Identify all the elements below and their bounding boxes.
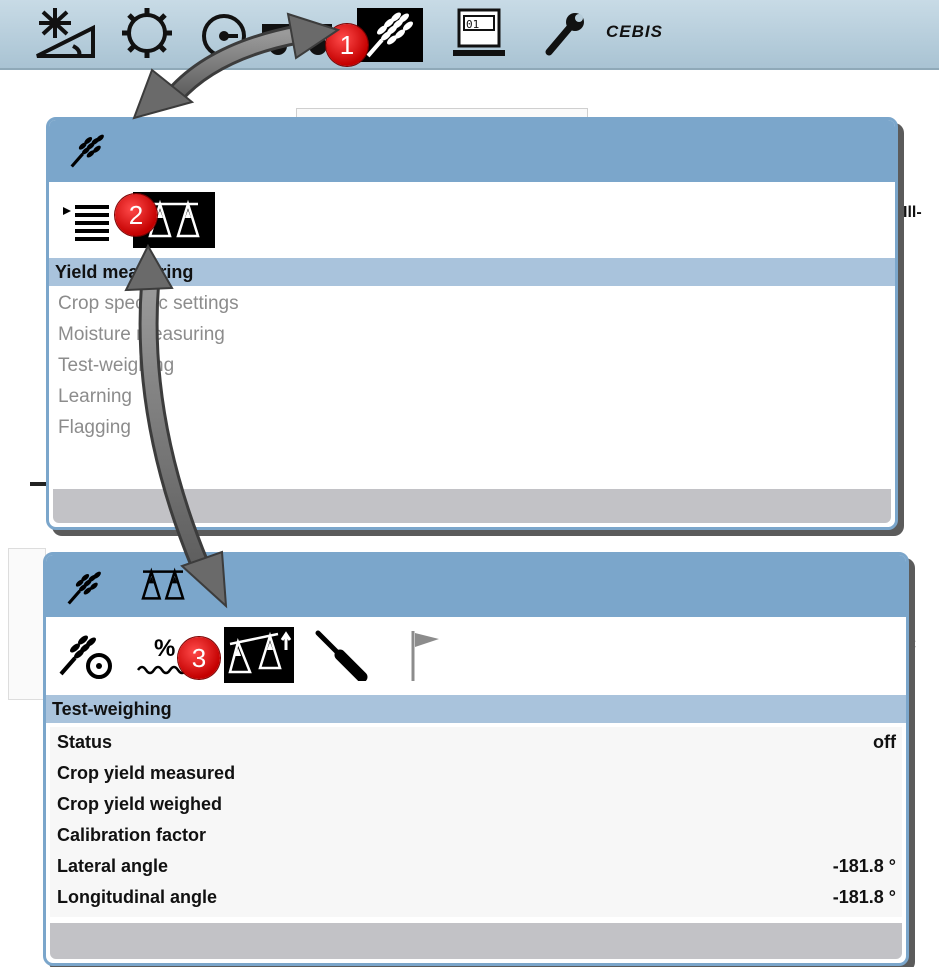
screwdriver-icon[interactable] <box>312 627 372 683</box>
row-label: Longitudinal angle <box>57 887 217 907</box>
test-weighing-panel: % 3 Test-weighing Status off Crop yield … <box>43 552 909 966</box>
panel-footer <box>53 489 891 523</box>
crop-icon <box>64 567 108 612</box>
panel-header <box>46 555 906 617</box>
yield-measuring-menu-panel: 2 Yield measuring Crop specific settings… <box>46 117 898 530</box>
menu-item-test-weighing[interactable]: Test-weighing <box>53 350 891 381</box>
background-char: Ill- <box>903 204 922 221</box>
menu-item-moisture-measuring[interactable]: Moisture measuring <box>53 319 891 350</box>
flag-icon[interactable] <box>400 627 450 683</box>
crop-yield-weighed-row: Crop yield weighed <box>50 789 902 820</box>
svg-text:01: 01 <box>466 18 479 31</box>
row-label: Calibration factor <box>57 825 207 845</box>
status-row: Status off <box>50 727 902 758</box>
main-toolbar: 01 CEBIS 1 <box>0 0 939 70</box>
row-label: Status <box>57 732 113 752</box>
menu-item-crop-specific-settings[interactable]: Crop specific settings <box>53 288 891 319</box>
sun-angle-icon[interactable] <box>30 6 100 60</box>
row-value: off <box>873 732 896 752</box>
crop-icon <box>67 130 111 175</box>
scale-icon <box>138 565 188 610</box>
menu-list-icon[interactable] <box>61 192 111 248</box>
panel-icon-row: 2 <box>53 186 891 254</box>
svg-text:%: % <box>154 635 175 662</box>
callout-badge-2: 2 <box>115 194 157 236</box>
longitudinal-angle-row: Longitudinal angle -181.8 ° <box>50 882 902 913</box>
panel-header <box>49 120 895 182</box>
menu-list: Crop specific settings Moisture measurin… <box>53 288 891 484</box>
calibration-factor-row: Calibration factor <box>50 820 902 851</box>
callout-badge-1: 1 <box>326 24 368 66</box>
row-value: -181.8 ° <box>832 856 896 876</box>
row-label: Crop yield weighed <box>57 794 223 814</box>
menu-item-flagging[interactable]: Flagging <box>53 412 891 443</box>
selected-menu-title: Yield measuring <box>49 258 895 286</box>
wrench-icon[interactable] <box>536 6 596 60</box>
callout-badge-3: 3 <box>178 637 220 679</box>
menu-item-learning[interactable]: Learning <box>53 381 891 412</box>
row-label: Crop yield measured <box>57 763 236 783</box>
background-mark <box>30 482 46 486</box>
crop-gauge-icon[interactable] <box>56 627 116 683</box>
panel-footer <box>50 923 902 959</box>
gear-icon[interactable] <box>112 6 182 60</box>
lateral-angle-row: Lateral angle -181.8 ° <box>50 851 902 882</box>
crop-icon[interactable] <box>357 8 423 62</box>
test-weighing-icon[interactable] <box>224 627 294 683</box>
parameter-list: Status off Crop yield measured Crop yiel… <box>50 727 902 917</box>
crop-yield-measured-row: Crop yield measured <box>50 758 902 789</box>
terminal-icon[interactable]: 01 <box>446 6 512 60</box>
background-field <box>8 548 46 700</box>
row-value: -181.8 ° <box>832 887 896 907</box>
panel-tab-row: % 3 <box>50 621 902 691</box>
row-label: Lateral angle <box>57 856 169 876</box>
brand-logo: CEBIS <box>606 22 663 41</box>
gauge-icon[interactable] <box>196 6 256 60</box>
selected-tab-title: Test-weighing <box>46 695 906 723</box>
